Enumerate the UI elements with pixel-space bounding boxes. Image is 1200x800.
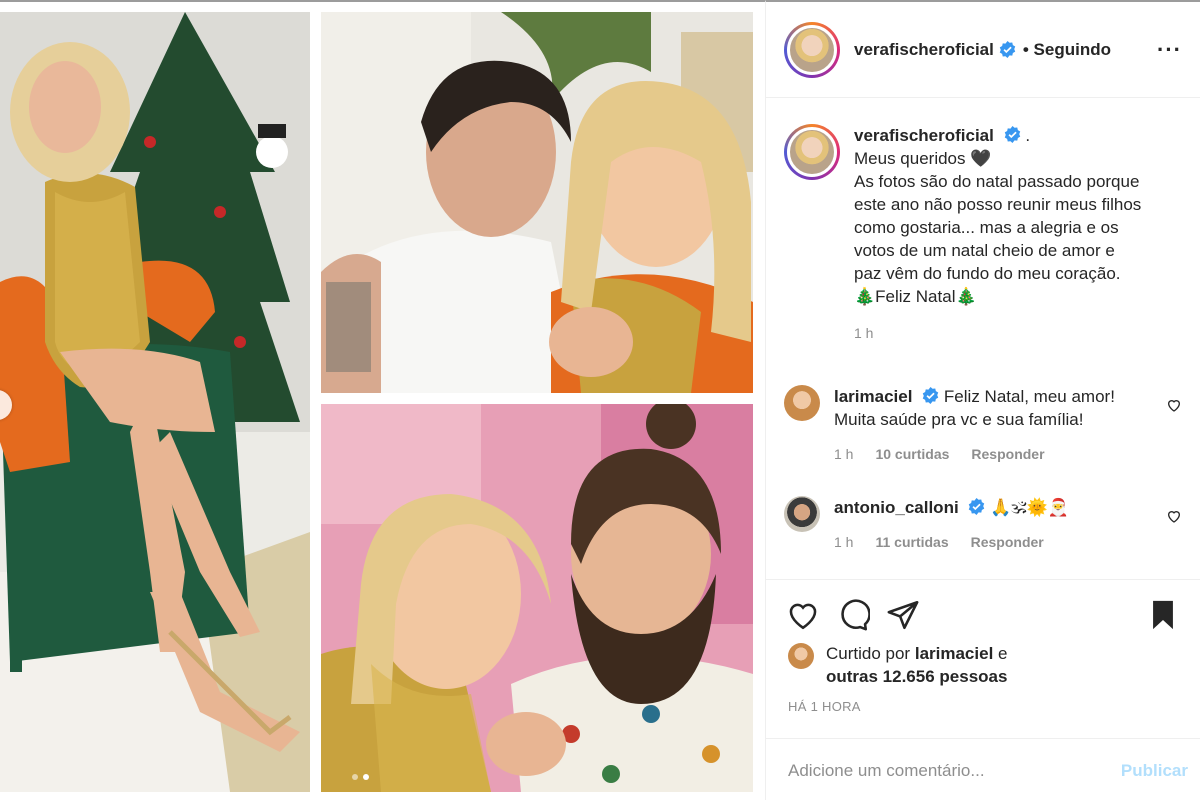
action-bar	[766, 590, 1200, 640]
commenter-avatar[interactable]	[784, 385, 820, 421]
caption-line: este ano não posso reunir meus filhos	[854, 195, 1142, 214]
photo-two-women	[321, 12, 753, 393]
comment-item: larimaciel Feliz Natal, meu amor! Muita …	[766, 385, 1200, 466]
more-options-icon[interactable]: ···	[1157, 37, 1182, 63]
liker-avatar[interactable]	[788, 643, 814, 669]
like-comment-heart-icon[interactable]	[1166, 508, 1182, 524]
comment-likes[interactable]: 10 curtidas	[875, 443, 949, 466]
carousel-indicator	[352, 774, 369, 780]
comment-input[interactable]	[788, 760, 1121, 781]
caption-line: votos de um natal cheio de amor e	[854, 241, 1115, 260]
commenter-username[interactable]: antonio_calloni	[834, 498, 959, 517]
likes-summary: Curtido por larimaciel e outras 12.656 p…	[788, 642, 1008, 688]
post-caption: verafischeroficial . Meus queridos 🖤 As …	[766, 98, 1200, 345]
following-button[interactable]: • Seguindo	[1023, 40, 1111, 60]
commenter-username[interactable]: larimaciel	[834, 387, 912, 406]
publish-button[interactable]: Publicar	[1121, 761, 1188, 781]
post-header: verafischeroficial • Seguindo ···	[766, 2, 1200, 98]
comments-list[interactable]: verafischeroficial . Meus queridos 🖤 As …	[766, 98, 1200, 580]
caption-line: como gostaria... mas a alegria e os	[854, 218, 1119, 237]
post-panel: verafischeroficial • Seguindo ··· verafi…	[765, 0, 1200, 800]
verified-badge-icon	[999, 41, 1016, 58]
comment-text: 🙏🕉🌞🎅	[990, 498, 1069, 517]
author-avatar[interactable]	[784, 21, 840, 78]
photo-woman-christmas-tree	[0, 12, 310, 792]
comment-time[interactable]: 1 h	[834, 443, 853, 466]
post-media[interactable]	[0, 0, 765, 800]
caption-username[interactable]: verafischeroficial	[854, 126, 994, 145]
liked-by-mid: e	[998, 644, 1008, 663]
liked-by-others[interactable]: outras 12.656 pessoas	[826, 667, 1007, 686]
comment-bubble-icon[interactable]	[836, 598, 870, 632]
photo-woman-bearded-man	[321, 404, 753, 792]
caption-line: As fotos são do natal passado porque	[854, 172, 1140, 191]
add-comment-bar: Publicar	[766, 738, 1200, 800]
like-heart-icon[interactable]	[786, 598, 820, 632]
verified-badge-icon	[922, 387, 939, 404]
reply-button[interactable]: Responder	[971, 443, 1044, 466]
comment-item: antonio_calloni 🙏🕉🌞🎅 1 h 11 curtidas Res…	[766, 496, 1200, 554]
carousel-dot	[352, 774, 358, 780]
like-comment-heart-icon[interactable]	[1166, 397, 1182, 413]
reply-button[interactable]: Responder	[971, 531, 1044, 554]
caption-time[interactable]: 1 h	[854, 322, 873, 345]
comment-time[interactable]: 1 h	[834, 531, 853, 554]
liked-by-user[interactable]: larimaciel	[915, 644, 993, 663]
verified-badge-icon	[969, 498, 985, 515]
carousel-dot-active	[363, 774, 369, 780]
verified-badge-icon	[1004, 126, 1020, 143]
author-avatar[interactable]	[784, 124, 840, 180]
post-timestamp[interactable]: HÁ 1 HORA	[788, 699, 861, 714]
commenter-avatar[interactable]	[784, 496, 820, 532]
save-bookmark-icon[interactable]	[1146, 598, 1180, 632]
caption-suffix: .	[1025, 126, 1031, 145]
share-paper-plane-icon[interactable]	[886, 598, 920, 632]
author-username[interactable]: verafischeroficial	[854, 40, 994, 60]
caption-line: 🎄Feliz Natal🎄	[854, 287, 977, 306]
comment-likes[interactable]: 11 curtidas	[875, 531, 948, 554]
caption-line: Meus queridos 🖤	[854, 149, 992, 168]
caption-line: paz vêm do fundo do meu coração.	[854, 264, 1121, 283]
liked-by-prefix: Curtido por	[826, 644, 911, 663]
